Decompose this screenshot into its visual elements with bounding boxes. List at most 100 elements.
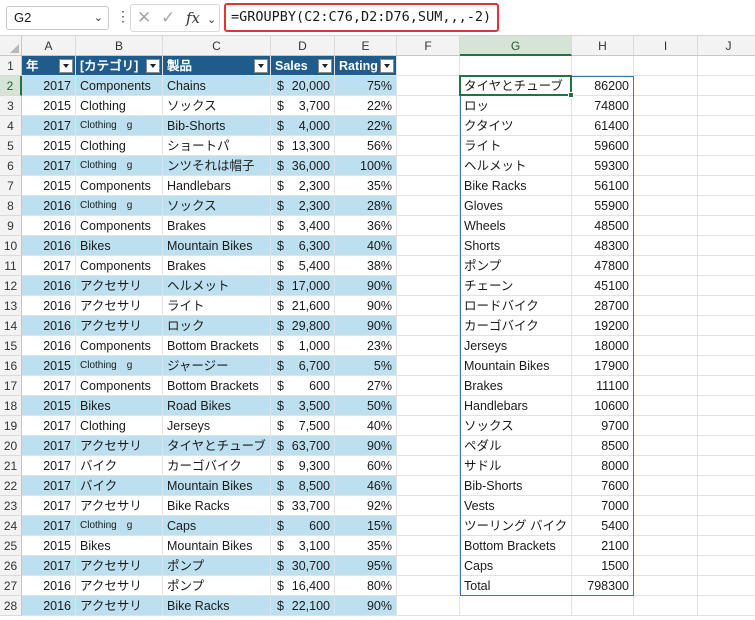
empty-cell[interactable] <box>397 56 460 76</box>
groupby-label-cell[interactable]: Vests <box>460 496 572 516</box>
empty-cell[interactable] <box>634 56 698 76</box>
groupby-value-cell[interactable]: 59300 <box>572 156 634 176</box>
groupby-label-cell[interactable]: Brakes <box>460 376 572 396</box>
row-header-28[interactable]: 28 <box>0 596 22 616</box>
empty-cell[interactable] <box>634 76 698 96</box>
table-cell-category[interactable]: Components <box>76 376 163 396</box>
cancel-icon[interactable]: ✕ <box>137 8 151 28</box>
empty-cell[interactable] <box>698 336 755 356</box>
table-cell-category[interactable]: Components <box>76 256 163 276</box>
table-cell-sales[interactable]: $3,400 <box>271 216 335 236</box>
select-all-corner[interactable] <box>0 36 22 56</box>
table-cell-year[interactable]: 2016 <box>22 596 76 616</box>
empty-cell[interactable] <box>634 296 698 316</box>
table-cell-category[interactable]: Clothing g <box>76 116 163 136</box>
table-cell-product[interactable]: Brakes <box>163 216 271 236</box>
empty-cell[interactable] <box>634 376 698 396</box>
filter-dropdown-icon[interactable] <box>59 59 73 73</box>
table-cell-category[interactable]: Bikes <box>76 536 163 556</box>
groupby-label-cell[interactable]: Shorts <box>460 236 572 256</box>
table-cell-sales[interactable]: $600 <box>271 376 335 396</box>
empty-cell[interactable] <box>698 436 755 456</box>
table-cell-category[interactable]: Components <box>76 176 163 196</box>
table-cell-sales[interactable]: $17,000 <box>271 276 335 296</box>
formula-input[interactable]: =GROUPBY(C2:C76,D2:D76,SUM,,,-2) <box>224 3 499 32</box>
empty-cell[interactable] <box>698 596 755 616</box>
groupby-value-cell[interactable]: 59600 <box>572 136 634 156</box>
table-cell-year[interactable]: 2016 <box>22 276 76 296</box>
empty-cell[interactable] <box>698 296 755 316</box>
groupby-value-cell[interactable]: 18000 <box>572 336 634 356</box>
table-cell-category[interactable]: Components <box>76 76 163 96</box>
groupby-value-cell[interactable]: 19200 <box>572 316 634 336</box>
table-cell-category[interactable]: Clothing g <box>76 356 163 376</box>
row-header-1[interactable]: 1 <box>0 56 22 76</box>
column-header-e[interactable]: E <box>335 36 397 56</box>
table-cell-year[interactable]: 2017 <box>22 516 76 536</box>
table-cell-category[interactable]: Components <box>76 216 163 236</box>
row-header-6[interactable]: 6 <box>0 156 22 176</box>
empty-cell[interactable] <box>397 196 460 216</box>
table-cell-year[interactable]: 2017 <box>22 156 76 176</box>
groupby-value-cell[interactable]: 5400 <box>572 516 634 536</box>
empty-cell[interactable] <box>572 596 634 616</box>
table-cell-product[interactable]: Jerseys <box>163 416 271 436</box>
empty-cell[interactable] <box>397 156 460 176</box>
table-cell-year[interactable]: 2017 <box>22 76 76 96</box>
empty-cell[interactable] <box>460 596 572 616</box>
table-cell-year[interactable]: 2016 <box>22 216 76 236</box>
groupby-value-cell[interactable]: 86200 <box>572 76 634 96</box>
expand-formula-icon[interactable]: ⌄ <box>207 13 216 26</box>
table-cell-category[interactable]: バイク <box>76 476 163 496</box>
empty-cell[interactable] <box>397 136 460 156</box>
empty-cell[interactable] <box>698 576 755 596</box>
table-cell-sales[interactable]: $5,400 <box>271 256 335 276</box>
empty-cell[interactable] <box>698 56 755 76</box>
table-cell-product[interactable]: Bottom Brackets <box>163 376 271 396</box>
empty-cell[interactable] <box>634 236 698 256</box>
row-header-14[interactable]: 14 <box>0 316 22 336</box>
empty-cell[interactable] <box>397 276 460 296</box>
table-cell-category[interactable]: アクセサリ <box>76 276 163 296</box>
column-header-f[interactable]: F <box>397 36 460 56</box>
row-header-8[interactable]: 8 <box>0 196 22 216</box>
table-cell-year[interactable]: 2017 <box>22 436 76 456</box>
filter-dropdown-icon[interactable] <box>254 59 268 73</box>
empty-cell[interactable] <box>397 96 460 116</box>
table-cell-year[interactable]: 2015 <box>22 176 76 196</box>
groupby-value-cell[interactable]: 28700 <box>572 296 634 316</box>
table-cell-rating[interactable]: 5% <box>335 356 397 376</box>
empty-cell[interactable] <box>698 116 755 136</box>
table-cell-rating[interactable]: 36% <box>335 216 397 236</box>
table-header-cell[interactable]: Sales <box>271 56 335 76</box>
empty-cell[interactable] <box>397 256 460 276</box>
empty-cell[interactable] <box>698 496 755 516</box>
table-cell-product[interactable]: Brakes <box>163 256 271 276</box>
table-cell-category[interactable]: アクセサリ <box>76 556 163 576</box>
groupby-label-cell[interactable]: Total <box>460 576 572 596</box>
table-cell-sales[interactable]: $3,700 <box>271 96 335 116</box>
table-cell-year[interactable]: 2015 <box>22 356 76 376</box>
empty-cell[interactable] <box>634 276 698 296</box>
empty-cell[interactable] <box>397 536 460 556</box>
groupby-label-cell[interactable]: Bottom Brackets <box>460 536 572 556</box>
groupby-label-cell[interactable]: ペダル <box>460 436 572 456</box>
table-cell-rating[interactable]: 92% <box>335 496 397 516</box>
table-cell-rating[interactable]: 23% <box>335 336 397 356</box>
table-header-cell[interactable]: 製品 <box>163 56 271 76</box>
empty-cell[interactable] <box>634 536 698 556</box>
table-cell-sales[interactable]: $1,000 <box>271 336 335 356</box>
table-cell-rating[interactable]: 40% <box>335 236 397 256</box>
groupby-label-cell[interactable]: タイヤとチューブ <box>460 76 572 96</box>
table-cell-product[interactable]: ヘルメット <box>163 276 271 296</box>
table-cell-sales[interactable]: $4,000 <box>271 116 335 136</box>
row-header-17[interactable]: 17 <box>0 376 22 396</box>
table-cell-product[interactable]: Mountain Bikes <box>163 476 271 496</box>
groupby-label-cell[interactable]: Wheels <box>460 216 572 236</box>
groupby-label-cell[interactable]: クタイツ <box>460 116 572 136</box>
empty-cell[interactable] <box>397 396 460 416</box>
groupby-label-cell[interactable]: Jerseys <box>460 336 572 356</box>
empty-cell[interactable] <box>698 96 755 116</box>
enter-icon[interactable]: ✓ <box>161 8 175 28</box>
row-header-22[interactable]: 22 <box>0 476 22 496</box>
